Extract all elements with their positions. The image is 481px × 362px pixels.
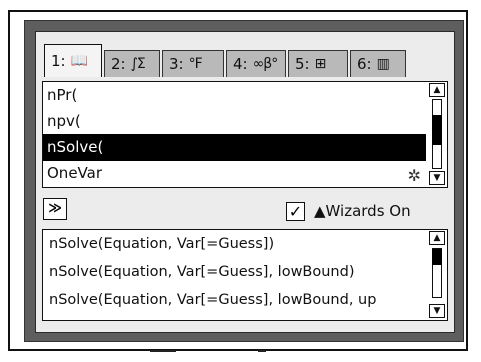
help-scrollbar[interactable]: ▲ ▼: [429, 231, 445, 319]
syntax-line: nSolve(Equation, Var[=Guess]): [49, 236, 275, 252]
catalog-book-icon: 📖: [70, 53, 88, 69]
syntax-help-pane: nSolve(Equation, Var[=Guess]) nSolve(Equ…: [42, 229, 448, 321]
tab-6[interactable]: 6: ▥: [350, 50, 406, 77]
scroll-thumb[interactable]: [432, 115, 442, 145]
syntax-line: nSolve(Equation, Var[=Guess], lowBound, …: [49, 292, 377, 308]
wizards-on-checkbox[interactable]: ✓: [286, 202, 305, 221]
catalog-scrollbar[interactable]: ▲ ▼: [429, 83, 445, 186]
templates-icon: ⊞: [314, 56, 327, 72]
symbols-icon: ∞β°: [252, 56, 279, 72]
math-templates-icon: ∫Σ: [130, 56, 146, 72]
scroll-up-button[interactable]: ▲: [429, 83, 445, 97]
tab-number: 1:: [51, 52, 66, 70]
tab-1[interactable]: 1: 📖: [44, 44, 102, 77]
wizards-on-label: ▲Wizards On: [314, 202, 411, 220]
units-icon: °F: [188, 56, 203, 72]
libraries-icon: ▥: [376, 56, 390, 72]
list-item-selected[interactable]: nSolve(: [43, 134, 426, 161]
catalog-dialog-body: 1: 📖 2: ∫Σ 3: °F 4: ∞β° 5: ⊞ 6: ▥ nPr(n…: [35, 31, 455, 333]
scroll-up-button[interactable]: ▲: [429, 231, 445, 245]
tab-number: 2:: [111, 55, 126, 73]
expand-button[interactable]: ≫: [43, 198, 67, 220]
syntax-line: nSolve(Equation, Var[=Guess], lowBound): [49, 264, 355, 280]
tab-number: 3:: [169, 55, 184, 73]
catalog-list[interactable]: nPr( npv( nSolve( OneVar ✲ ▲ ▼: [42, 81, 448, 188]
catalog-tabs: 1: 📖 2: ∫Σ 3: °F 4: ∞β° 5: ⊞ 6: ▥: [44, 40, 448, 77]
list-item[interactable]: npv(: [43, 108, 426, 135]
tab-number: 6:: [357, 55, 372, 73]
catalog-dialog: 1: 📖 2: ∫Σ 3: °F 4: ∞β° 5: ⊞ 6: ▥ nPr(n…: [24, 20, 464, 342]
tab-5[interactable]: 5: ⊞: [288, 50, 348, 77]
background-mark: [258, 350, 266, 352]
tab-4[interactable]: 4: ∞β°: [226, 50, 286, 77]
tab-number: 5:: [295, 55, 310, 73]
scroll-down-button[interactable]: ▼: [429, 171, 445, 185]
background-mark: [150, 350, 176, 352]
tab-2[interactable]: 2: ∫Σ: [104, 50, 160, 77]
wizard-available-icon: ✲: [407, 166, 421, 185]
scroll-down-button[interactable]: ▼: [429, 304, 445, 318]
tab-3[interactable]: 3: °F: [162, 50, 224, 77]
tab-number: 4:: [233, 55, 248, 73]
list-item[interactable]: nPr(: [43, 82, 426, 109]
list-item[interactable]: OneVar: [43, 160, 426, 187]
scroll-thumb[interactable]: [432, 249, 442, 265]
